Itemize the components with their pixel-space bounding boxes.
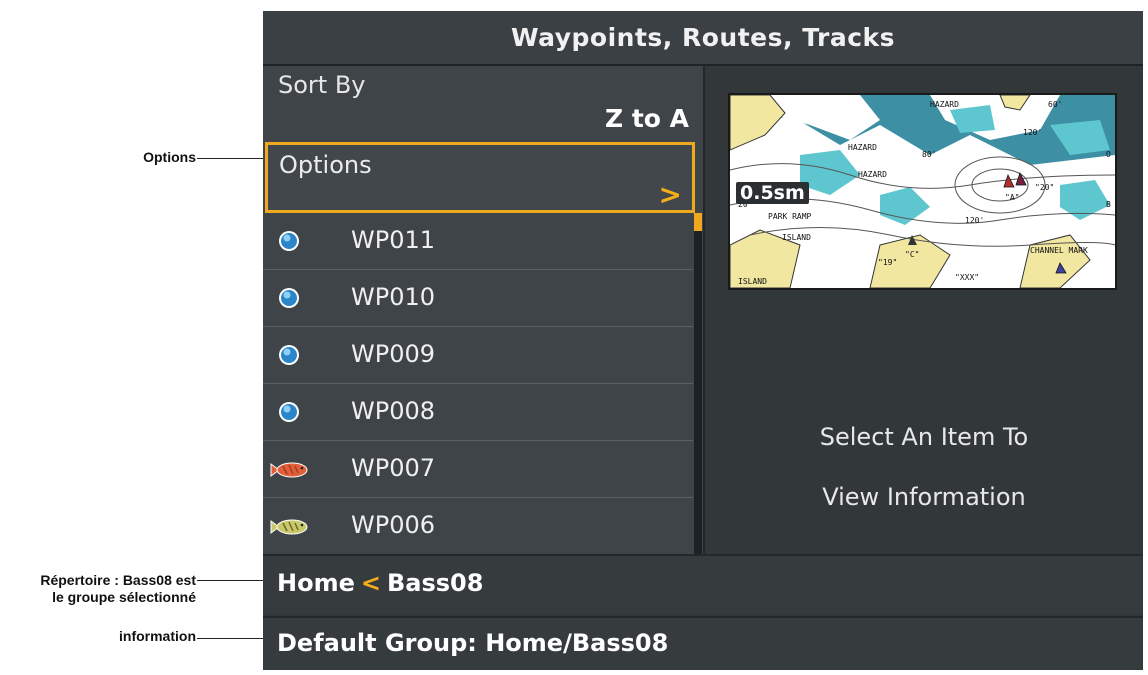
map-label: O bbox=[1106, 150, 1111, 159]
info-line-1: Select An Item To bbox=[819, 423, 1029, 451]
info-bar: Default Group: Home/Bass08 bbox=[263, 616, 1143, 670]
default-group-text: Default Group: Home/Bass08 bbox=[277, 629, 669, 657]
waypoint-row-wp007[interactable]: WP007 bbox=[263, 441, 693, 498]
sort-by-label: Sort By bbox=[278, 71, 366, 99]
map-label: HAZARD bbox=[930, 100, 959, 109]
map-label: 60' bbox=[1048, 100, 1062, 109]
device-screen: Waypoints, Routes, Tracks Sort By Z to A… bbox=[263, 11, 1143, 670]
map-label: HAZARD bbox=[858, 170, 887, 179]
red-fish-icon bbox=[270, 462, 308, 478]
map-label: CHANNEL MARK bbox=[1030, 246, 1088, 255]
map-label: PARK RAMP bbox=[768, 212, 812, 221]
info-placeholder: Select An Item To View Information bbox=[705, 407, 1143, 527]
waypoint-row-wp010[interactable]: WP010 bbox=[263, 270, 693, 327]
map-label: "19" bbox=[878, 258, 897, 267]
waypoint-name: WP006 bbox=[351, 511, 436, 539]
breadcrumb-home[interactable]: Home bbox=[277, 569, 355, 597]
callout-options: Options bbox=[143, 149, 196, 165]
map-label: ISLAND bbox=[782, 233, 811, 242]
green-fish-icon bbox=[270, 519, 308, 535]
waypoint-row-wp009[interactable]: WP009 bbox=[263, 327, 693, 384]
map-label: "XXX" bbox=[955, 273, 979, 282]
waypoint-name: WP008 bbox=[351, 397, 436, 425]
callout-options-line bbox=[197, 158, 267, 159]
breadcrumb-bar: Home < Bass08 bbox=[263, 554, 1143, 614]
blue-dot-icon bbox=[279, 288, 299, 308]
map-label: "A" bbox=[1005, 193, 1019, 202]
map-label: 80' bbox=[922, 150, 936, 159]
sort-by-setting[interactable]: Sort By Z to A bbox=[263, 66, 703, 136]
map-label: "C" bbox=[905, 250, 919, 259]
waypoint-list-panel: Sort By Z to A Options > WP011 WP010 WP0… bbox=[263, 66, 703, 554]
map-scale-label: 0.5sm bbox=[736, 182, 809, 204]
waypoint-row-wp006[interactable]: WP006 bbox=[263, 498, 693, 555]
info-line-2: View Information bbox=[822, 483, 1026, 511]
waypoint-row-wp011[interactable]: WP011 bbox=[263, 213, 693, 270]
blue-dot-icon bbox=[279, 402, 299, 422]
breadcrumb-current[interactable]: Bass08 bbox=[387, 569, 483, 597]
callout-information: information bbox=[119, 628, 196, 644]
breadcrumb-separator-icon: < bbox=[360, 569, 381, 597]
map-label: 120' bbox=[965, 216, 984, 225]
callout-directory-line2: le groupe sélectionné bbox=[52, 589, 196, 605]
blue-dot-icon bbox=[279, 345, 299, 365]
page-title: Waypoints, Routes, Tracks bbox=[263, 11, 1143, 66]
waypoint-name: WP009 bbox=[351, 340, 436, 368]
blue-dot-icon bbox=[279, 231, 299, 251]
waypoint-name: WP010 bbox=[351, 283, 436, 311]
map-label: B bbox=[1106, 200, 1111, 209]
waypoint-list: WP011 WP010 WP009 WP008 WP007 WP006 bbox=[263, 213, 693, 555]
waypoint-row-wp008[interactable]: WP008 bbox=[263, 384, 693, 441]
map-label: 120' bbox=[1023, 128, 1042, 137]
map-label: "20" bbox=[1035, 183, 1054, 192]
sort-by-value: Z to A bbox=[604, 104, 689, 133]
breadcrumb: Home < Bass08 bbox=[277, 569, 483, 597]
scrollbar-thumb[interactable] bbox=[694, 213, 702, 231]
callout-directory: Répertoire : Bass08 est le groupe sélect… bbox=[40, 572, 196, 606]
map-label: HAZARD bbox=[848, 143, 877, 152]
list-scrollbar[interactable] bbox=[694, 213, 702, 554]
map-preview[interactable]: HAZARD 60' 120' HAZARD 80' HAZARD "20" "… bbox=[728, 93, 1117, 290]
options-menu-item[interactable]: Options > bbox=[265, 142, 695, 213]
callout-directory-line bbox=[197, 580, 267, 581]
map-label: ISLAND bbox=[738, 277, 767, 286]
chevron-right-icon: > bbox=[658, 178, 682, 211]
callout-information-line bbox=[197, 638, 267, 639]
waypoint-name: WP007 bbox=[351, 454, 436, 482]
options-label: Options bbox=[279, 151, 372, 179]
waypoint-name: WP011 bbox=[351, 226, 436, 254]
callout-directory-line1: Répertoire : Bass08 est bbox=[40, 572, 196, 588]
